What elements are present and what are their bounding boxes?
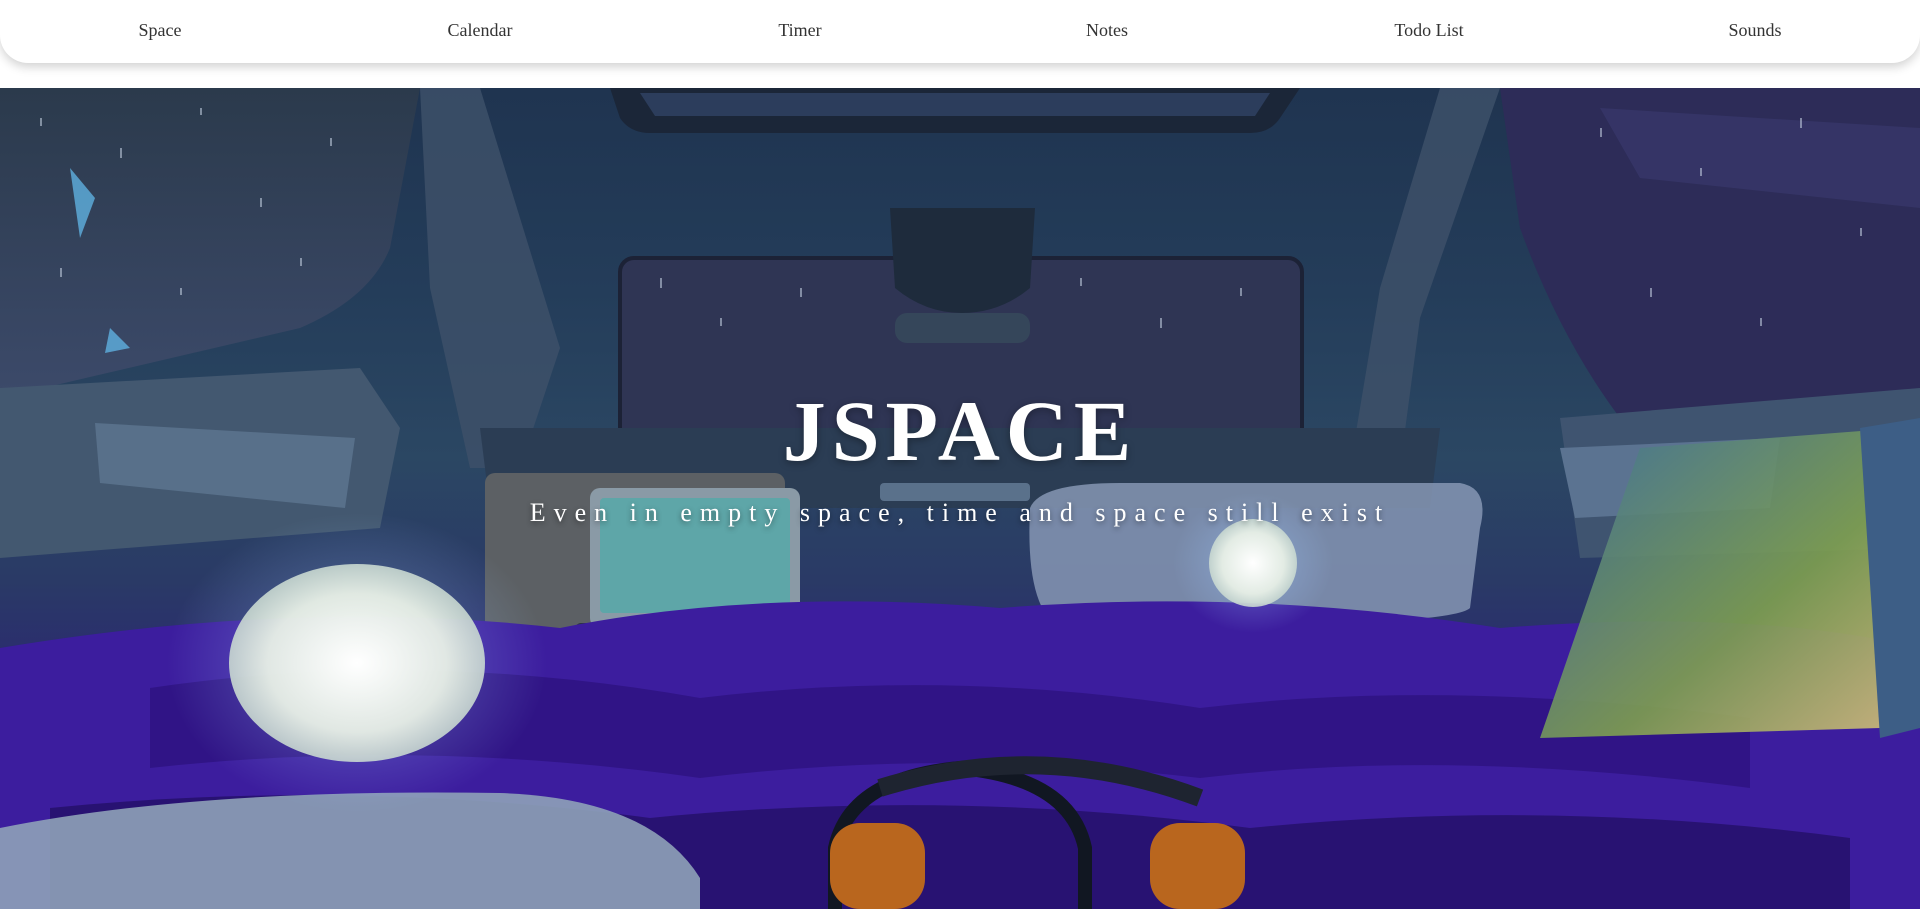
- nav-item-calendar[interactable]: Calendar: [448, 20, 513, 42]
- nav-item-space[interactable]: Space: [139, 20, 182, 42]
- nav-item-sounds[interactable]: Sounds: [1728, 20, 1781, 42]
- nav-item-timer[interactable]: Timer: [778, 20, 821, 42]
- hero-section: JSPACE Even in empty space, time and spa…: [0, 88, 1920, 909]
- top-navigation: Space Calendar Timer Notes Todo List Sou…: [0, 0, 1920, 63]
- hero-title: JSPACE: [782, 383, 1138, 479]
- hero-title-block: JSPACE Even in empty space, time and spa…: [0, 388, 1920, 528]
- nav-item-notes[interactable]: Notes: [1086, 20, 1128, 42]
- nav-item-todo-list[interactable]: Todo List: [1394, 20, 1463, 42]
- hero-subtitle: Even in empty space, time and space stil…: [529, 498, 1391, 527]
